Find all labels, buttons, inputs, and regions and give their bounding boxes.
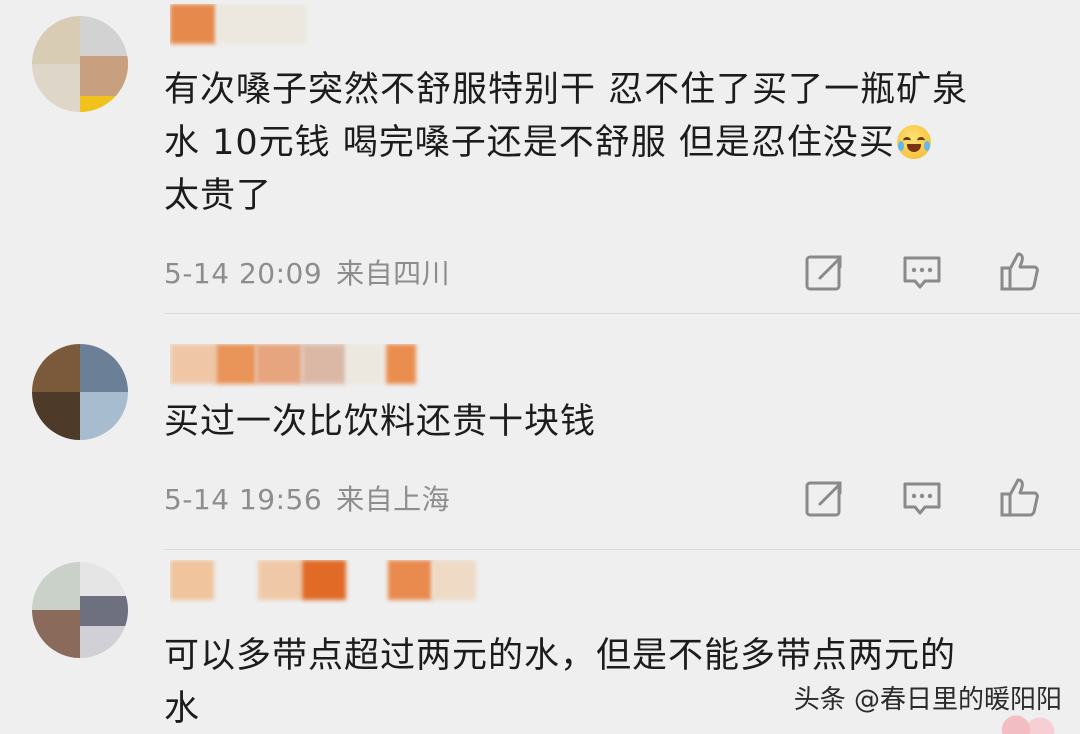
comment-location: 来自上海 bbox=[336, 483, 451, 516]
comment-text: 买过一次比饮料还贵十块钱 bbox=[164, 396, 1028, 449]
crying-laughing-emoji-icon bbox=[896, 125, 931, 159]
reply-icon bbox=[903, 256, 941, 289]
comment-location: 来自四川 bbox=[336, 257, 451, 290]
watermark: 头条 @春日里的暖阳阳 bbox=[793, 685, 1062, 715]
share-button[interactable] bbox=[802, 476, 846, 520]
avatar[interactable] bbox=[32, 16, 128, 112]
comment-line: 买过一次比饮料还贵十块钱 bbox=[164, 402, 597, 442]
comment-meta: 5-14 20:09 来自四川 bbox=[164, 252, 450, 292]
username-blurred[interactable] bbox=[170, 344, 430, 388]
share-button[interactable] bbox=[802, 250, 846, 294]
comment-item: 买过一次比饮料还贵十块钱 5-14 19:56 来自上海 bbox=[0, 314, 1080, 550]
comment-feed: 有次嗓子突然不舒服特别干 忍不住了买了一瓶矿泉 水 10元钱 喝完嗓子还是不舒服… bbox=[0, 0, 1080, 734]
comment-text: 有次嗓子突然不舒服特别干 忍不住了买了一瓶矿泉 水 10元钱 喝完嗓子还是不舒服… bbox=[164, 64, 1028, 223]
comment-line: 太贵了 bbox=[164, 176, 273, 216]
comment-actions bbox=[802, 250, 1042, 294]
like-button[interactable] bbox=[998, 476, 1042, 520]
comment-time: 5-14 20:09 bbox=[164, 257, 323, 290]
comment-time: 5-14 19:56 bbox=[164, 483, 323, 516]
comment-line: 有次嗓子突然不舒服特别干 忍不住了买了一瓶矿泉 bbox=[164, 70, 969, 110]
thumbs-up-icon bbox=[1000, 478, 1039, 517]
avatar[interactable] bbox=[32, 344, 128, 440]
reply-icon bbox=[903, 482, 941, 515]
username-blurred[interactable] bbox=[170, 560, 490, 604]
share-icon bbox=[805, 481, 842, 517]
comment-item: 有次嗓子突然不舒服特别干 忍不住了买了一瓶矿泉 水 10元钱 喝完嗓子还是不舒服… bbox=[0, 0, 1080, 314]
comment-line: 可以多带点超过两元的水，但是不能多带点两元的 bbox=[164, 636, 957, 676]
comment-actions bbox=[802, 476, 1042, 520]
comment-meta: 5-14 19:56 来自上海 bbox=[164, 478, 450, 518]
share-icon bbox=[805, 255, 842, 291]
avatar[interactable] bbox=[32, 562, 128, 658]
reply-button[interactable] bbox=[900, 250, 944, 294]
comment-line-text: 水 10元钱 喝完嗓子还是不舒服 但是忍住没买 bbox=[164, 123, 895, 163]
reply-button[interactable] bbox=[900, 476, 944, 520]
like-button[interactable] bbox=[998, 250, 1042, 294]
comment-line: 水 10元钱 喝完嗓子还是不舒服 但是忍住没买 bbox=[164, 117, 1028, 170]
thumbs-up-icon bbox=[1000, 252, 1039, 291]
username-blurred[interactable] bbox=[170, 4, 310, 48]
